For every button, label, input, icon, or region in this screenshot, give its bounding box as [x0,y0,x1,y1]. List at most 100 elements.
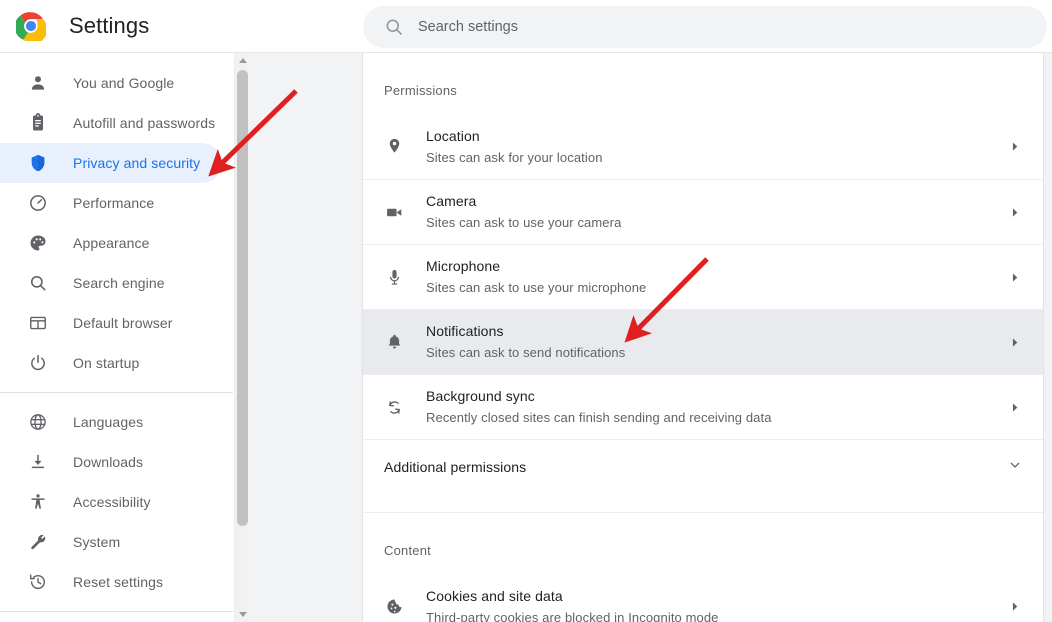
additional-permissions-row[interactable]: Additional permissions [363,439,1043,494]
clipboard-icon [28,113,48,133]
download-icon [28,452,48,472]
sidebar-item-default-browser[interactable]: Default browser [0,303,222,343]
sidebar-item-reset-settings[interactable]: Reset settings [0,562,222,602]
permission-title: Notifications [426,323,504,339]
magnifier-icon [28,273,48,293]
sidebar-item-autofill-and-passwords[interactable]: Autofill and passwords [0,103,222,143]
chevron-right-icon[interactable] [1005,138,1023,156]
chevron-right-icon[interactable] [1005,398,1023,416]
globe-icon [28,412,48,432]
permission-row-location[interactable]: Location Sites can ask for your location [363,114,1043,179]
chevron-right-icon[interactable] [1005,598,1023,616]
sidebar-item-label: System [73,534,121,550]
permission-title: Camera [426,193,477,209]
top-bar: Settings [0,0,1052,53]
person-icon [28,73,48,93]
content-subtitle: Third-party cookies are blocked in Incog… [426,609,719,622]
search-settings-box[interactable] [363,6,1047,48]
accessibility-icon [28,492,48,512]
content-row-cookies-and-site-data[interactable]: Cookies and site data Third-party cookie… [363,574,1043,622]
sync-icon [384,397,404,417]
content-title: Cookies and site data [426,587,563,604]
additional-permissions-label: Additional permissions [384,459,527,475]
sidebar-divider [0,392,233,393]
search-input[interactable] [418,19,978,35]
content-row-text: Cookies and site data Third-party cookie… [426,587,1005,622]
chevron-right-icon[interactable] [1005,268,1023,286]
page-title: Settings [69,13,150,38]
sidebar-item-label: Search engine [73,275,165,291]
sidebar-item-label: You and Google [73,75,175,91]
permission-subtitle: Recently closed sites can finish sending… [426,410,772,425]
chrome-logo-icon [16,11,46,41]
settings-content-area: Permissions Location Sites can ask for y… [249,53,1052,622]
permission-row-text: Notifications Sites can ask to send noti… [426,322,1005,362]
permissions-heading: Permissions [384,83,457,98]
content-row-list: Cookies and site data Third-party cookie… [363,574,1043,622]
sidebar-item-performance[interactable]: Performance [0,183,222,223]
chevron-right-icon[interactable] [1005,333,1023,351]
sidebar-item-system[interactable]: System [0,522,222,562]
sidebar-item-label: Languages [73,414,144,430]
video-camera-icon [384,202,404,222]
sidebar-nav-list: You and Google Autofill and passwords Pr… [0,53,233,612]
sidebar-item-label: Autofill and passwords [73,115,216,131]
permission-row-text: Location Sites can ask for your location [426,127,1005,167]
sidebar-item-label: Privacy and security [73,155,201,171]
sidebar-item-label: Default browser [73,315,173,331]
bell-icon [384,332,404,352]
sidebar-item-label: Performance [73,195,155,211]
sidebar-divider-bottom [0,611,233,612]
permission-subtitle: Sites can ask to send notifications [426,345,626,360]
sidebar-item-languages[interactable]: Languages [0,402,222,442]
microphone-icon [384,267,404,287]
sidebar-scrollbar[interactable] [234,53,250,622]
sidebar-item-label: Reset settings [73,574,164,590]
wrench-icon [28,532,48,552]
permission-row-microphone[interactable]: Microphone Sites can ask to use your mic… [363,244,1043,309]
browser-window-icon [28,313,48,333]
history-reset-icon [28,572,48,592]
sidebar-item-privacy-and-security[interactable]: Privacy and security [0,143,222,183]
permission-row-camera[interactable]: Camera Sites can ask to use your camera [363,179,1043,244]
speedometer-icon [28,193,48,213]
sidebar-item-downloads[interactable]: Downloads [0,442,222,482]
palette-icon [28,233,48,253]
permission-subtitle: Sites can ask for your location [426,149,603,165]
permission-title: Background sync [426,388,535,404]
chrome-settings-window: Settings You and Google [0,0,1052,622]
permission-subtitle: Sites can ask to use your microphone [426,280,647,295]
power-icon [28,353,48,373]
permissions-row-list: Location Sites can ask for your location [363,114,1043,439]
sidebar-item-search-engine[interactable]: Search engine [0,263,222,303]
permission-row-text: Background sync Recently closed sites ca… [426,387,1005,427]
permission-title: Microphone [426,258,501,274]
content-heading: Content [384,543,431,558]
sidebar-item-label: Appearance [73,235,150,251]
scroll-down-arrow-icon[interactable] [235,607,250,622]
settings-sidebar: You and Google Autofill and passwords Pr… [0,53,234,622]
sidebar-item-label: Accessibility [73,494,151,510]
permission-row-text: Camera Sites can ask to use your camera [426,192,1005,232]
section-gap [363,494,1043,512]
chevron-right-icon[interactable] [1005,203,1023,221]
permission-title: Location [426,127,480,144]
location-pin-icon [384,137,404,157]
privacy-and-security-card: Permissions Location Sites can ask for y… [363,53,1043,622]
shield-icon [28,153,48,173]
sidebar-item-you-and-google[interactable]: You and Google [0,63,222,103]
permission-row-background-sync[interactable]: Background sync Recently closed sites ca… [363,374,1043,439]
sidebar-item-on-startup[interactable]: On startup [0,343,222,383]
permission-row-text: Microphone Sites can ask to use your mic… [426,257,1005,297]
sidebar-item-appearance[interactable]: Appearance [0,223,222,263]
chevron-down-icon[interactable] [1007,457,1023,478]
sidebar-item-accessibility[interactable]: Accessibility [0,482,222,522]
permission-subtitle: Sites can ask to use your camera [426,215,622,230]
scrollbar-thumb[interactable] [237,70,248,526]
sidebar-item-label: On startup [73,355,140,371]
scroll-up-arrow-icon[interactable] [235,53,250,68]
cookie-icon [384,597,404,617]
permission-row-notifications[interactable]: Notifications Sites can ask to send noti… [363,309,1043,374]
sidebar-item-label: Downloads [73,454,144,470]
search-icon [386,19,402,35]
